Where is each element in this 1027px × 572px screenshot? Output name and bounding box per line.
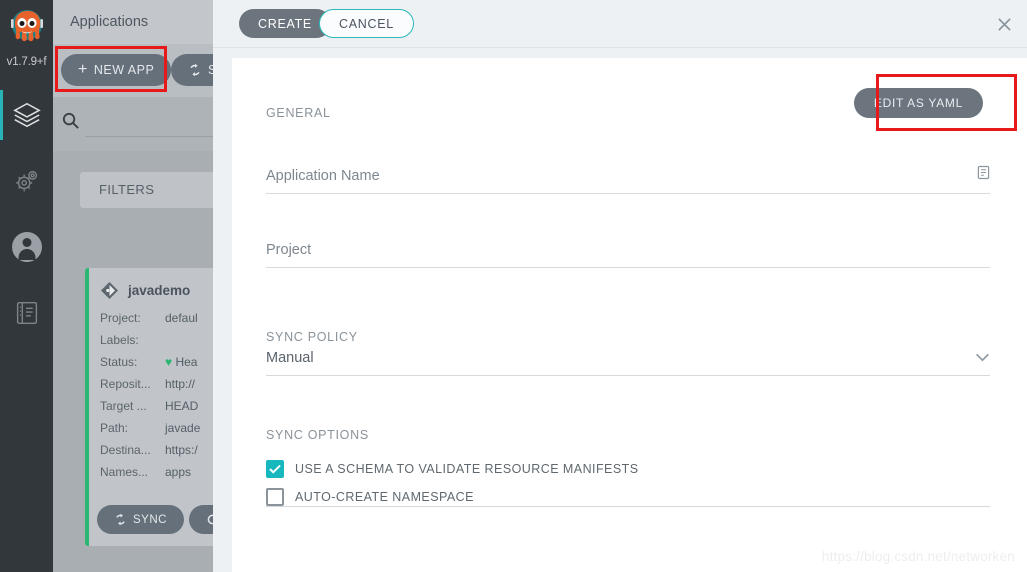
paste-clipboard-icon[interactable]	[977, 165, 990, 185]
close-x-icon	[997, 17, 1011, 31]
sync-policy-section-label: SYNC POLICY	[266, 330, 358, 344]
card-sync-label: SYNC	[133, 513, 167, 526]
card-row: Names... apps	[100, 465, 192, 479]
edit-as-yaml-button[interactable]: EDIT AS YAML	[853, 88, 983, 118]
card-app-name: javademo	[128, 283, 191, 298]
search-icon	[61, 111, 80, 135]
option-auto-create-namespace[interactable]: AUTO-CREATE NAMESPACE	[266, 488, 474, 506]
option-validate-manifests[interactable]: USE A SCHEMA TO VALIDATE RESOURCE MANIFE…	[266, 460, 639, 478]
applications-stack-icon	[12, 102, 41, 128]
argo-app-diamond-icon	[100, 281, 119, 300]
close-button[interactable]	[989, 9, 1019, 39]
card-row: Labels:	[100, 333, 139, 347]
card-row: Status: ♥ Hea	[100, 355, 198, 369]
heart-healthy-icon: ♥	[165, 355, 173, 369]
sync-refresh-icon	[190, 63, 200, 77]
application-name-field[interactable]: Application Name	[266, 165, 990, 194]
sync-options-divider	[266, 506, 990, 507]
card-row: Path: javade	[100, 421, 201, 435]
card-row: Reposit... http://	[100, 377, 196, 391]
chevron-down-icon[interactable]	[975, 349, 990, 367]
page-title: Applications	[70, 14, 149, 30]
sync-policy-value: Manual	[266, 350, 314, 366]
general-section-label: GENERAL	[266, 106, 331, 120]
watermark-text: https://blog.csdn.net/networken	[821, 549, 1015, 564]
sync-refresh-icon	[116, 513, 125, 526]
application-name-placeholder: Application Name	[266, 168, 380, 184]
sidebar-item-applications[interactable]	[0, 82, 53, 148]
card-row: Destina... https:/	[100, 443, 198, 457]
sidebar-item-user-info[interactable]	[0, 214, 53, 280]
card-row: Target ... HEAD	[100, 399, 199, 413]
new-app-label: NEW APP	[93, 63, 155, 77]
card-row: Project: defaul	[100, 311, 198, 325]
new-app-button[interactable]: + NEW APP	[61, 54, 172, 86]
create-button[interactable]: CREATE	[239, 9, 331, 38]
modal-header: CREATE CANCEL	[213, 0, 1027, 48]
plus-icon: +	[78, 61, 88, 78]
argo-octopus-logo[interactable]	[3, 6, 51, 54]
app-root: v1.7.9+f Applications + NEW APP FILTERS …	[0, 0, 1027, 572]
documentation-book-icon	[16, 301, 37, 325]
sidebar-item-documentation[interactable]	[0, 280, 53, 346]
version-label: v1.7.9+f	[6, 56, 47, 68]
project-placeholder: Project	[266, 242, 312, 258]
sync-options-section-label: SYNC OPTIONS	[266, 428, 369, 442]
new-app-form: EDIT AS YAML GENERAL Application Name Pr…	[232, 58, 1027, 572]
sync-policy-select[interactable]: Manual	[266, 350, 990, 376]
cancel-button[interactable]: CANCEL	[319, 9, 414, 38]
card-header: javademo	[100, 281, 190, 300]
card-sync-button[interactable]: SYNC	[97, 505, 184, 534]
project-field[interactable]: Project	[266, 242, 990, 268]
checkbox-unchecked-icon[interactable]	[266, 488, 284, 506]
left-nav-rail: v1.7.9+f	[0, 0, 53, 572]
user-avatar-icon	[11, 232, 42, 262]
settings-gears-icon	[15, 170, 37, 192]
option-label: AUTO-CREATE NAMESPACE	[295, 490, 474, 504]
option-label: USE A SCHEMA TO VALIDATE RESOURCE MANIFE…	[295, 462, 639, 476]
sidebar-item-settings[interactable]	[0, 148, 53, 214]
checkbox-checked-icon[interactable]	[266, 460, 284, 478]
filters-label: FILTERS	[99, 182, 155, 197]
